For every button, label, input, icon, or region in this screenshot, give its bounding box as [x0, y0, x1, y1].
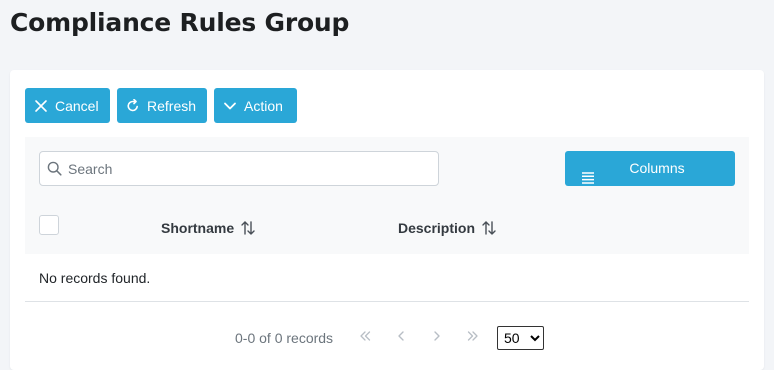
columns-button[interactable]: Columns — [565, 151, 735, 186]
columns-button-label: Columns — [629, 160, 685, 176]
refresh-button-label: Refresh — [147, 97, 197, 114]
content-card: Cancel Refresh Action Search Columns Sho… — [10, 70, 764, 370]
previous-page-icon[interactable] — [395, 330, 407, 344]
paginator: 0-0 of 0 records 50 — [25, 323, 749, 353]
close-icon — [34, 99, 48, 113]
search-field[interactable] — [39, 151, 439, 186]
cancel-button-label: Cancel — [55, 97, 99, 114]
page-title: Compliance Rules Group — [10, 8, 350, 37]
cancel-button[interactable]: Cancel — [25, 88, 110, 123]
sort-icon — [481, 220, 497, 236]
column-header-shortname[interactable]: Shortname — [161, 220, 256, 236]
column-header-label: Description — [398, 220, 476, 236]
column-header-label: Shortname — [161, 220, 235, 236]
chevron-down-icon — [223, 99, 237, 113]
action-button-label: Action — [244, 97, 283, 114]
page-size-select[interactable]: 50 — [497, 326, 544, 350]
column-header-description[interactable]: Description — [398, 220, 497, 236]
table-header-row: Shortname Description — [25, 201, 749, 254]
last-page-icon[interactable] — [467, 330, 479, 344]
toolbar: Cancel Refresh Action — [25, 88, 297, 123]
search-input[interactable] — [68, 152, 428, 185]
next-page-icon[interactable] — [431, 330, 443, 344]
select-all-checkbox[interactable] — [39, 215, 59, 235]
sort-icon — [240, 220, 256, 236]
records-info: 0-0 of 0 records — [235, 330, 334, 346]
table-header: Columns Shortname Description — [25, 137, 749, 254]
first-page-icon[interactable] — [359, 330, 371, 344]
data-table: Columns Shortname Description — [25, 137, 749, 370]
empty-message: No records found. — [39, 270, 151, 286]
refresh-icon — [126, 98, 140, 113]
refresh-button[interactable]: Refresh — [117, 88, 207, 123]
action-button[interactable]: Action — [214, 88, 297, 123]
empty-message-row: No records found. — [25, 254, 749, 302]
